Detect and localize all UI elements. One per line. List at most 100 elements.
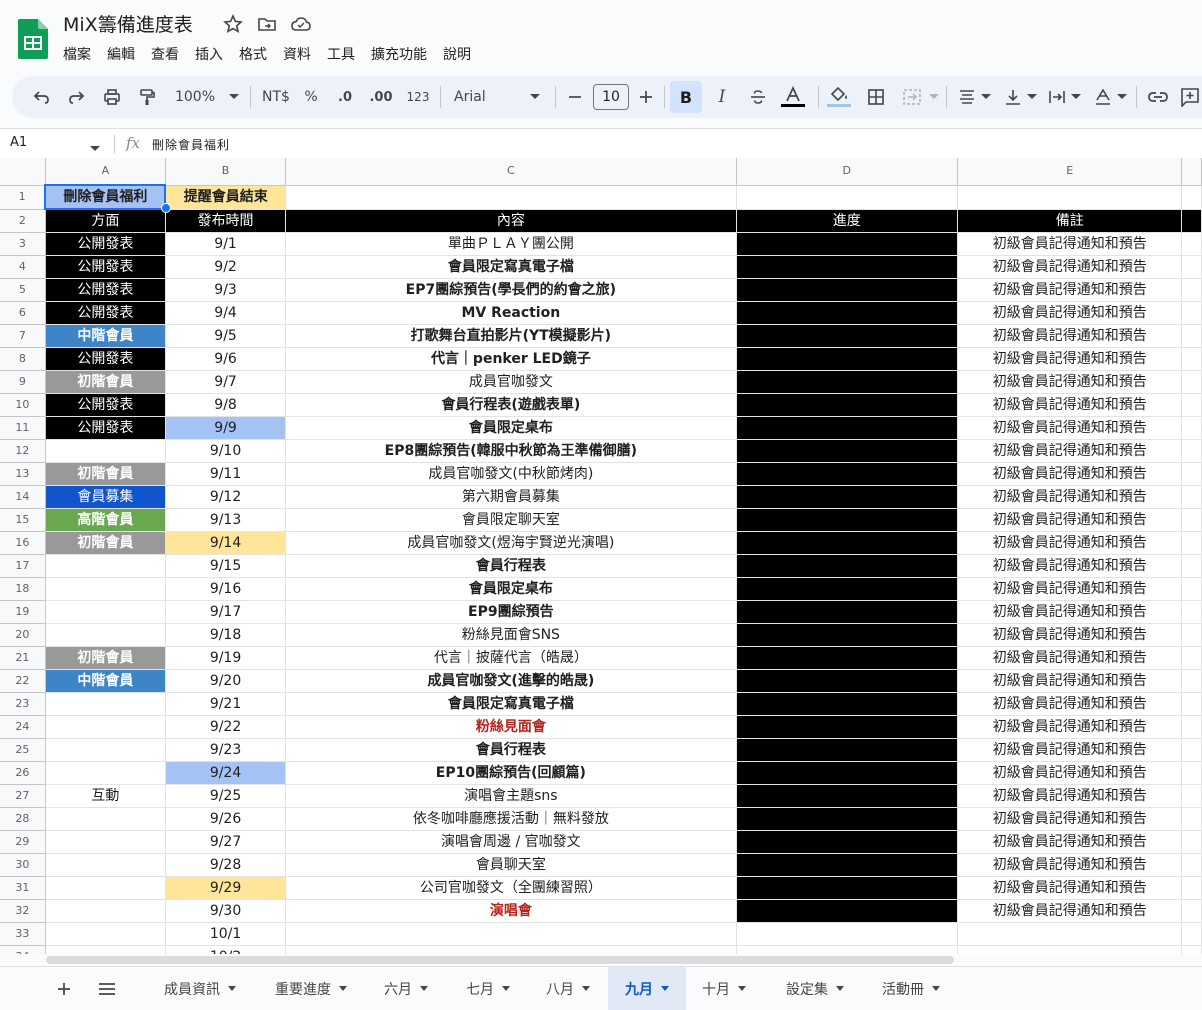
cell-notes[interactable] xyxy=(957,945,1183,954)
cell-progress[interactable] xyxy=(736,462,959,486)
cell-content[interactable] xyxy=(285,945,737,954)
row-header[interactable]: 7 xyxy=(0,324,46,348)
cell-notes[interactable]: 初級會員記得通知和預告 xyxy=(957,255,1183,279)
cell-b1[interactable]: 提醒會員結束 xyxy=(165,185,287,210)
borders-icon[interactable] xyxy=(862,76,890,118)
row-header[interactable]: 18 xyxy=(0,577,46,601)
row-header[interactable]: 6 xyxy=(0,301,46,325)
cell-progress[interactable] xyxy=(736,370,959,394)
cell-aspect[interactable] xyxy=(45,807,166,831)
horizontal-scrollbar[interactable] xyxy=(46,956,954,964)
cell-aspect[interactable] xyxy=(45,738,166,762)
cell-notes[interactable]: 初級會員記得通知和預告 xyxy=(957,324,1183,348)
header-cell-content[interactable]: 內容 xyxy=(285,209,737,233)
row-header[interactable]: 33 xyxy=(0,922,46,946)
row-header[interactable]: 4 xyxy=(0,255,46,279)
redo-icon[interactable] xyxy=(62,76,90,118)
cell-aspect[interactable] xyxy=(45,692,166,716)
cell-progress[interactable] xyxy=(736,623,959,647)
header-cell-aspect[interactable]: 方面 xyxy=(45,209,166,233)
cell-f[interactable] xyxy=(1181,807,1202,831)
cell-f[interactable] xyxy=(1181,646,1202,670)
cell-content[interactable]: 會員行程表 xyxy=(285,738,737,762)
cell-notes[interactable]: 初級會員記得通知和預告 xyxy=(957,577,1183,601)
cell-content[interactable]: 會員限定聊天室 xyxy=(285,508,737,532)
cell-content[interactable]: 粉絲見面會 xyxy=(285,715,737,739)
cell-progress[interactable] xyxy=(736,876,959,900)
row-header[interactable]: 24 xyxy=(0,715,46,739)
column-header-a[interactable]: A xyxy=(45,158,166,186)
merge-chevron-down-icon[interactable] xyxy=(928,76,940,118)
cell-progress[interactable] xyxy=(736,278,959,302)
cell-content[interactable]: 會員限定寫真電子檔 xyxy=(285,692,737,716)
cell-f1[interactable] xyxy=(1181,185,1202,210)
cell-f[interactable] xyxy=(1181,899,1202,923)
decrease-decimal-button[interactable]: .0 xyxy=(332,76,358,118)
row-header[interactable]: 12 xyxy=(0,439,46,463)
sheets-logo-icon[interactable] xyxy=(18,19,48,59)
cell-progress[interactable] xyxy=(736,485,959,509)
spreadsheet-grid[interactable]: A B C D E 1 刪除會員福利 提醒會員結束 2 方面 發布時間 內容 進… xyxy=(0,158,1202,954)
sheet-tab-chevron-down-icon[interactable] xyxy=(932,986,940,991)
cell-f[interactable] xyxy=(1181,830,1202,854)
star-icon[interactable] xyxy=(222,13,244,35)
cell-notes[interactable]: 初級會員記得通知和預告 xyxy=(957,830,1183,854)
cell-content[interactable] xyxy=(285,922,737,946)
cloud-status-icon[interactable] xyxy=(290,13,312,35)
column-header-d[interactable]: D xyxy=(736,158,959,186)
print-icon[interactable] xyxy=(98,76,126,118)
cell-notes[interactable]: 初級會員記得通知和預告 xyxy=(957,784,1183,808)
cell-aspect[interactable] xyxy=(45,853,166,877)
cell-aspect[interactable]: 中階會員 xyxy=(45,324,166,348)
row-header[interactable]: 34 xyxy=(0,945,46,954)
cell-a1[interactable]: 刪除會員福利 xyxy=(44,184,167,210)
row-header[interactable]: 20 xyxy=(0,623,46,647)
row-header[interactable]: 15 xyxy=(0,508,46,532)
bold-button[interactable]: B xyxy=(670,81,702,113)
insert-link-icon[interactable] xyxy=(1144,76,1172,118)
cell-aspect[interactable] xyxy=(45,876,166,900)
currency-format-button[interactable]: NT$ xyxy=(260,76,292,118)
cell-content[interactable]: 會員限定寫真電子檔 xyxy=(285,255,737,279)
cell-aspect[interactable] xyxy=(45,577,166,601)
cell-release-date[interactable]: 9/7 xyxy=(165,370,287,394)
row-header[interactable]: 17 xyxy=(0,554,46,578)
cell-progress[interactable] xyxy=(736,807,959,831)
cell-aspect[interactable] xyxy=(45,439,166,463)
row-header[interactable]: 32 xyxy=(0,899,46,923)
cell-notes[interactable]: 初級會員記得通知和預告 xyxy=(957,600,1183,624)
cell-c1[interactable] xyxy=(285,185,737,210)
cell-e1[interactable] xyxy=(957,185,1183,210)
sheet-tab[interactable]: 七月 xyxy=(454,967,522,1010)
cell-progress[interactable] xyxy=(736,508,959,532)
cell-release-date[interactable]: 9/15 xyxy=(165,554,287,578)
cell-content[interactable]: 第六期會員募集 xyxy=(285,485,737,509)
row-header[interactable]: 8 xyxy=(0,347,46,371)
fill-color-icon[interactable] xyxy=(824,76,854,118)
horizontal-align-icon[interactable] xyxy=(954,76,980,118)
cell-content[interactable]: 公司官咖發文（全團練習照） xyxy=(285,876,737,900)
cell-release-date[interactable]: 9/23 xyxy=(165,738,287,762)
cell-content[interactable]: 會員聊天室 xyxy=(285,853,737,877)
row-header[interactable]: 14 xyxy=(0,485,46,509)
valign-chevron-down-icon[interactable] xyxy=(1026,76,1038,118)
cell-content[interactable]: 代言｜penker LED鏡子 xyxy=(285,347,737,371)
header-cell-release-date[interactable]: 發布時間 xyxy=(165,209,287,233)
cell-release-date[interactable]: 9/10 xyxy=(165,439,287,463)
sheet-tab-chevron-down-icon[interactable] xyxy=(502,986,510,991)
cell-notes[interactable]: 初級會員記得通知和預告 xyxy=(957,370,1183,394)
menu-data[interactable]: 資料 xyxy=(283,44,311,64)
cell-notes[interactable]: 初級會員記得通知和預告 xyxy=(957,623,1183,647)
sheet-tab[interactable]: 十月 xyxy=(690,967,758,1010)
cell-progress[interactable] xyxy=(736,646,959,670)
cell-f[interactable] xyxy=(1181,508,1202,532)
cell-f[interactable] xyxy=(1181,439,1202,463)
cell-release-date[interactable]: 9/6 xyxy=(165,347,287,371)
cell-notes[interactable]: 初級會員記得通知和預告 xyxy=(957,531,1183,555)
cell-aspect[interactable]: 公開發表 xyxy=(45,301,166,325)
cell-content[interactable]: 成員官咖發文(進擊的皓晟) xyxy=(285,669,737,693)
merge-cells-icon[interactable] xyxy=(898,76,926,118)
cell-notes[interactable]: 初級會員記得通知和預告 xyxy=(957,876,1183,900)
cell-aspect[interactable]: 高階會員 xyxy=(45,508,166,532)
sheet-tab-chevron-down-icon[interactable] xyxy=(582,986,590,991)
